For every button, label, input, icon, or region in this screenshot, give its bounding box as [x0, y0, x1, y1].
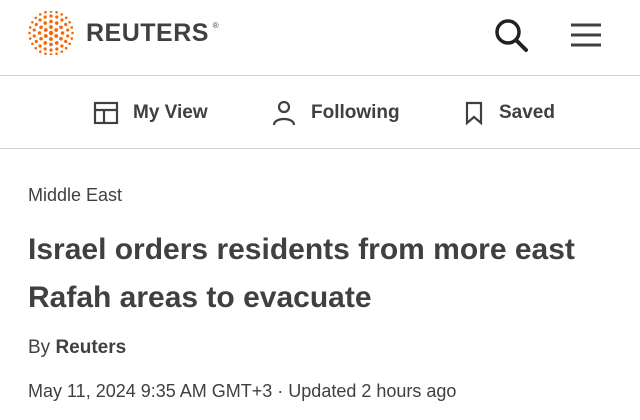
logo-dot	[59, 25, 63, 30]
search-icon	[495, 19, 528, 52]
logo-dot	[38, 44, 42, 48]
logo-dot	[60, 44, 64, 48]
logo-dot	[48, 30, 54, 36]
logo-dot	[38, 50, 42, 53]
user-nav: My View Following Saved	[0, 77, 640, 149]
brand-text: REUTERS	[86, 18, 209, 47]
byline-prefix: By	[28, 337, 56, 358]
logo-dot	[70, 37, 74, 40]
logo-dot	[54, 21, 59, 25]
logo-dot	[28, 26, 32, 29]
section-link[interactable]: Middle East	[28, 185, 122, 206]
updated-time: Updated 2 hours ago	[288, 381, 457, 401]
logo-dot	[49, 25, 53, 29]
nav-item-label: Saved	[499, 102, 555, 123]
article-headline: Israel orders residents from more east R…	[28, 233, 575, 314]
logo-dot	[32, 34, 36, 38]
logo-dot	[49, 48, 53, 52]
reuters-logo[interactable]: REUTERS ®	[26, 11, 218, 55]
logo-dot	[68, 42, 71, 46]
logo-dot	[31, 20, 34, 24]
logo-dot	[64, 22, 68, 27]
logo-dot	[49, 37, 53, 41]
logo-dot	[70, 26, 74, 29]
logo-dot	[55, 52, 58, 55]
logo-dot	[31, 42, 34, 46]
logo-dot	[60, 31, 65, 35]
search-button[interactable]	[490, 14, 534, 58]
logo-dot	[54, 41, 59, 45]
nav-item-label: Following	[311, 102, 400, 123]
logo-dot	[43, 34, 48, 38]
person-icon	[272, 100, 296, 126]
brand-name: REUTERS ®	[86, 18, 218, 48]
logo-dot	[34, 46, 38, 50]
logo-dot	[38, 18, 42, 22]
logo-dot	[43, 28, 48, 32]
logo-dot	[44, 11, 47, 14]
bookmark-icon	[465, 101, 483, 126]
byline: By Reuters	[28, 337, 126, 359]
logo-dot	[39, 25, 43, 30]
dateline: May 11, 2024 9:35 AM GMT+3 · Updated 2 h…	[28, 381, 456, 402]
site-header: REUTERS ®	[0, 0, 640, 76]
logo-dot	[64, 16, 68, 20]
logo-dot	[55, 15, 59, 19]
dateline-separator: ·	[272, 381, 289, 401]
layout-icon	[93, 101, 119, 125]
logo-dot	[43, 41, 48, 45]
logo-dot	[44, 52, 47, 55]
logo-dot	[37, 31, 42, 35]
logo-dot	[43, 15, 47, 19]
logo-dot	[64, 46, 68, 50]
logo-dot	[54, 34, 59, 38]
logo-dot	[71, 31, 74, 35]
logo-dot	[68, 20, 71, 24]
logo-dot	[34, 16, 38, 20]
logo-dot	[49, 53, 53, 55]
published-time: May 11, 2024 9:35 AM GMT+3	[28, 381, 273, 401]
nav-item-saved[interactable]: Saved	[463, 77, 555, 149]
logo-dot	[32, 28, 36, 32]
logo-dot	[28, 31, 31, 35]
logo-dot	[49, 11, 53, 13]
nav-item-label: My View	[133, 102, 208, 123]
hamburger-menu-icon	[571, 23, 601, 47]
logo-dot	[34, 22, 38, 27]
logo-dot	[55, 47, 59, 51]
logo-dot	[60, 50, 64, 53]
logo-dot	[49, 19, 53, 24]
logo-dot	[66, 28, 70, 32]
logo-dot	[54, 28, 59, 32]
logo-dot	[59, 36, 63, 41]
nav-item-following[interactable]: Following	[271, 77, 400, 149]
logo-dot	[38, 13, 42, 16]
menu-button[interactable]	[566, 16, 606, 56]
nav-item-my-view[interactable]: My View	[93, 77, 208, 149]
logo-dot	[43, 47, 47, 51]
logo-dot	[60, 18, 64, 22]
logo-dot	[34, 39, 38, 44]
author-link[interactable]: Reuters	[55, 337, 126, 358]
logo-dot	[39, 36, 43, 41]
logo-dot	[66, 34, 70, 38]
reuters-dots-logo-icon	[28, 11, 74, 55]
logo-dot	[49, 42, 53, 47]
logo-dot	[49, 14, 53, 18]
registered-mark: ®	[212, 20, 219, 30]
logo-dot	[64, 39, 68, 44]
logo-dot	[60, 13, 64, 16]
logo-dot	[28, 37, 32, 40]
logo-dot	[43, 21, 48, 25]
logo-dot	[55, 11, 58, 14]
